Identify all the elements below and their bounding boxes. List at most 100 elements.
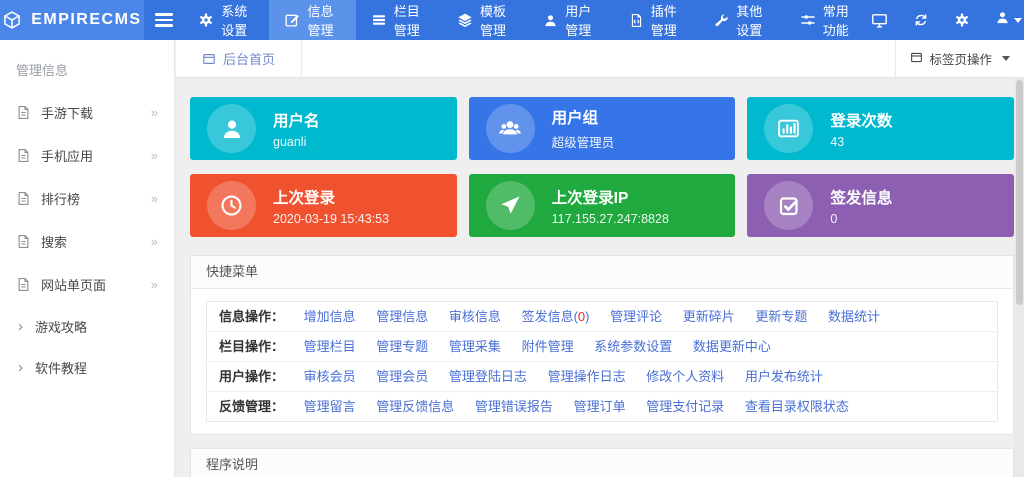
document-icon xyxy=(16,234,31,249)
nav-item-template-management[interactable]: 模板管理 xyxy=(442,0,528,40)
link-manage-info[interactable]: 管理信息 xyxy=(376,309,428,324)
sidebar-item-rankings[interactable]: 排行榜 » xyxy=(0,177,174,220)
card-title: 登录次数 xyxy=(830,109,892,131)
card-username[interactable]: 用户名 guanli xyxy=(190,97,457,160)
user-menu-button[interactable] xyxy=(995,10,1022,30)
scrollbar-thumb[interactable] xyxy=(1016,80,1023,305)
nav-item-system-settings[interactable]: 系统设置 xyxy=(183,0,269,40)
link-dir-permission-status[interactable]: 查看目录权限状态 xyxy=(745,399,849,414)
tab-label: 后台首页 xyxy=(223,49,275,68)
card-login-count[interactable]: 登录次数 43 xyxy=(747,97,1014,160)
sidebar-item-label: 搜索 xyxy=(41,232,141,251)
link-manage-messages[interactable]: 管理留言 xyxy=(304,399,356,414)
nav-item-user-management[interactable]: 用户管理 xyxy=(528,0,614,40)
top-nav: 系统设置 信息管理 栏目管理 模板管理 用户管理 插件管理 其他设置 常用功能 xyxy=(183,0,871,40)
link-manage-collection[interactable]: 管理采集 xyxy=(449,339,501,354)
row-label: 栏目操作： xyxy=(219,339,284,354)
sidebar-item-mobile-apps[interactable]: 手机应用 » xyxy=(0,134,174,177)
card-last-login[interactable]: 上次登录 2020-03-19 15:43:53 xyxy=(190,174,457,237)
link-payment-records[interactable]: 管理支付记录 xyxy=(646,399,724,414)
window-icon xyxy=(202,52,216,66)
nav-item-label: 插件管理 xyxy=(651,1,685,39)
main-area: 后台首页 标签页操作 用户名 guanli 用户组 超级管理员 xyxy=(175,40,1024,477)
nav-item-label: 常用功能 xyxy=(823,1,856,39)
sidebar-group-label: 软件教程 xyxy=(35,358,87,377)
sidebar-item-search[interactable]: 搜索 » xyxy=(0,220,174,263)
card-value: 0 xyxy=(830,212,892,226)
nav-item-column-management[interactable]: 栏目管理 xyxy=(356,0,442,40)
link-update-fragments[interactable]: 更新碎片 xyxy=(683,309,735,324)
document-icon xyxy=(16,277,31,292)
link-user-publish-stats[interactable]: 用户发布统计 xyxy=(745,369,823,384)
sidebar-group-software-tutorials[interactable]: › 软件教程 xyxy=(0,347,174,388)
window-icon xyxy=(910,51,923,67)
sidebar-group-game-guides[interactable]: › 游戏攻略 xyxy=(0,306,174,347)
nav-item-other-settings[interactable]: 其他设置 xyxy=(699,0,785,40)
card-usergroup[interactable]: 用户组 超级管理员 xyxy=(469,97,736,160)
vertical-scrollbar[interactable] xyxy=(1014,78,1024,477)
sidebar-item-single-pages[interactable]: 网站单页面 » xyxy=(0,263,174,306)
link-review-members[interactable]: 审核会员 xyxy=(304,369,356,384)
nav-item-label: 其他设置 xyxy=(736,1,770,39)
check-square-icon xyxy=(764,181,813,230)
brand-logo[interactable]: EMPIRECMS xyxy=(0,0,144,40)
quick-menu-box: 信息操作： 增加信息 管理信息 审核信息 签发信息(0) 管理评论 更新碎片 更… xyxy=(206,301,998,422)
link-error-reports[interactable]: 管理错误报告 xyxy=(475,399,553,414)
nav-item-info-management[interactable]: 信息管理 xyxy=(269,0,355,40)
link-login-logs[interactable]: 管理登陆日志 xyxy=(449,369,527,384)
link-attachment-management[interactable]: 附件管理 xyxy=(522,339,574,354)
user-icon xyxy=(207,104,256,153)
document-icon xyxy=(16,105,31,120)
double-chevron-icon: » xyxy=(151,234,158,249)
link-manage-feedback[interactable]: 管理反馈信息 xyxy=(376,399,454,414)
program-notes-title: 程序说明 xyxy=(191,449,1013,477)
document-icon xyxy=(16,191,31,206)
double-chevron-icon: » xyxy=(151,191,158,206)
quick-menu-title: 快捷菜单 xyxy=(191,256,1013,289)
monitor-icon[interactable] xyxy=(871,12,888,29)
content: 用户名 guanli 用户组 超级管理员 登录次数 43 xyxy=(175,78,1014,477)
sliders-icon xyxy=(800,12,816,28)
sidebar-item-label: 网站单页面 xyxy=(41,275,141,294)
link-manage-comments[interactable]: 管理评论 xyxy=(610,309,662,324)
hamburger-menu-button[interactable] xyxy=(144,0,183,40)
tab-actions-button[interactable]: 标签页操作 xyxy=(895,40,1024,77)
chevron-right-icon: › xyxy=(18,360,23,375)
link-review-info[interactable]: 审核信息 xyxy=(449,309,501,324)
document-icon xyxy=(16,148,31,163)
tab-bar: 后台首页 标签页操作 xyxy=(175,40,1024,78)
card-last-login-ip[interactable]: 上次登录IP 117.155.27.247:8828 xyxy=(469,174,736,237)
link-operation-logs[interactable]: 管理操作日志 xyxy=(548,369,626,384)
link-add-info[interactable]: 增加信息 xyxy=(304,309,356,324)
quick-menu-panel: 快捷菜单 信息操作： 增加信息 管理信息 审核信息 签发信息(0) 管理评论 更… xyxy=(190,255,1014,435)
link-data-update-center[interactable]: 数据更新中心 xyxy=(693,339,771,354)
link-manage-topics[interactable]: 管理专题 xyxy=(376,339,428,354)
gear-icon[interactable] xyxy=(954,12,970,28)
quick-menu-row-user: 用户操作： 审核会员 管理会员 管理登陆日志 管理操作日志 修改个人资料 用户发… xyxy=(207,362,997,392)
nav-item-common-functions[interactable]: 常用功能 xyxy=(785,0,871,40)
link-update-topics[interactable]: 更新专题 xyxy=(755,309,807,324)
users-icon xyxy=(486,104,535,153)
link-manage-members[interactable]: 管理会员 xyxy=(376,369,428,384)
refresh-icon[interactable] xyxy=(913,12,929,28)
tab-admin-home[interactable]: 后台首页 xyxy=(175,40,302,77)
quick-menu-row-info: 信息操作： 增加信息 管理信息 审核信息 签发信息(0) 管理评论 更新碎片 更… xyxy=(207,302,997,332)
row-label: 信息操作： xyxy=(219,309,284,324)
link-system-params[interactable]: 系统参数设置 xyxy=(594,339,672,354)
brand-name: EMPIRECMS xyxy=(31,11,141,29)
nav-item-plugin-management[interactable]: 插件管理 xyxy=(614,0,700,40)
row-label: 反馈管理： xyxy=(219,399,284,414)
sidebar-item-label: 排行榜 xyxy=(41,189,141,208)
user-icon xyxy=(995,10,1010,30)
link-issue-info[interactable]: 签发信息(0) xyxy=(522,309,590,324)
sidebar-item-mobile-game-download[interactable]: 手游下载 » xyxy=(0,91,174,134)
link-manage-orders[interactable]: 管理订单 xyxy=(574,399,626,414)
link-manage-columns[interactable]: 管理栏目 xyxy=(304,339,356,354)
nav-item-label: 栏目管理 xyxy=(394,1,427,39)
sidebar-item-label: 手机应用 xyxy=(41,146,141,165)
layers-icon xyxy=(457,12,473,28)
link-data-statistics[interactable]: 数据统计 xyxy=(828,309,880,324)
link-edit-profile[interactable]: 修改个人资料 xyxy=(646,369,724,384)
card-issued-info[interactable]: 签发信息 0 xyxy=(747,174,1014,237)
hamburger-icon xyxy=(155,13,173,16)
